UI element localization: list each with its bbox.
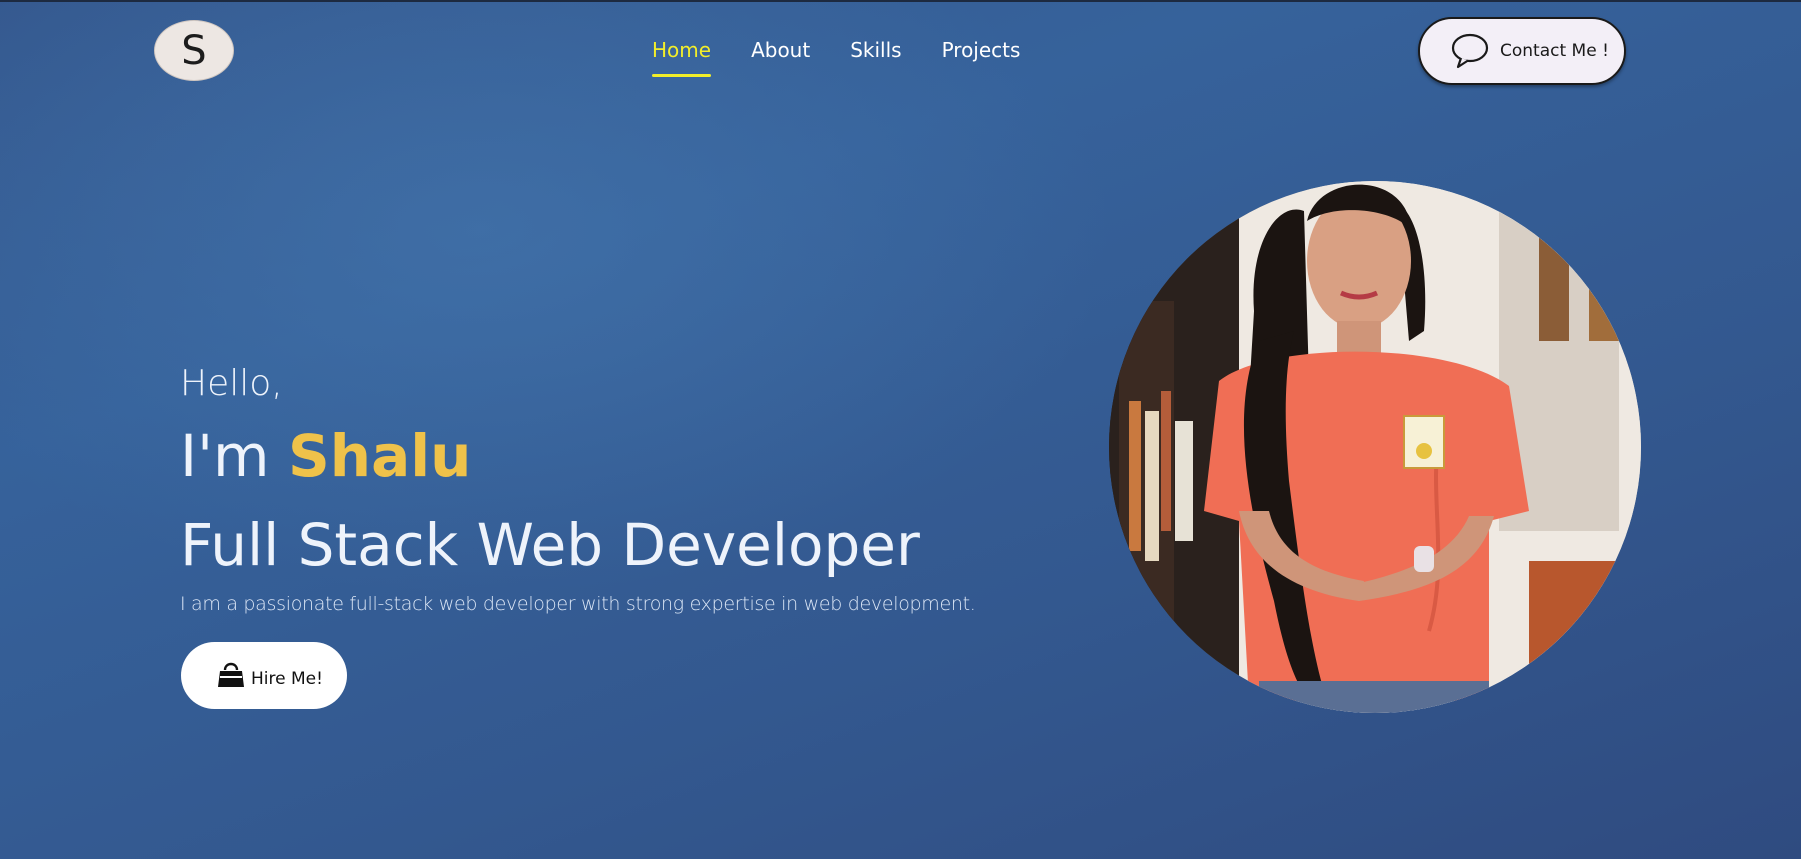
contact-me-button[interactable]: Contact Me !: [1418, 17, 1626, 85]
site-logo[interactable]: S: [154, 20, 234, 81]
nav-projects[interactable]: Projects: [942, 36, 1021, 76]
nav-about[interactable]: About: [751, 36, 810, 76]
handbag-icon: [217, 659, 245, 693]
contact-me-label: Contact Me !: [1500, 41, 1609, 61]
hero-role: Full Stack Web Developer: [180, 511, 920, 579]
hero-name: Shalu: [288, 422, 472, 490]
logo-letter: S: [181, 27, 207, 74]
hire-me-label: Hire Me!: [251, 668, 323, 689]
hero-greeting: Hello,: [180, 363, 283, 404]
nav-skills[interactable]: Skills: [850, 36, 901, 76]
main-nav: Home About Skills Projects: [652, 36, 1021, 77]
hero-intro: I'm Shalu: [180, 422, 471, 490]
nav-home[interactable]: Home: [652, 36, 712, 77]
speech-bubble-icon: [1450, 32, 1490, 70]
top-border: [0, 0, 1801, 2]
hero-tagline: I am a passionate full-stack web develop…: [180, 593, 976, 615]
hero-im-prefix: I'm: [180, 422, 270, 490]
profile-photo: [1109, 181, 1641, 713]
hire-me-button[interactable]: Hire Me!: [181, 642, 347, 709]
